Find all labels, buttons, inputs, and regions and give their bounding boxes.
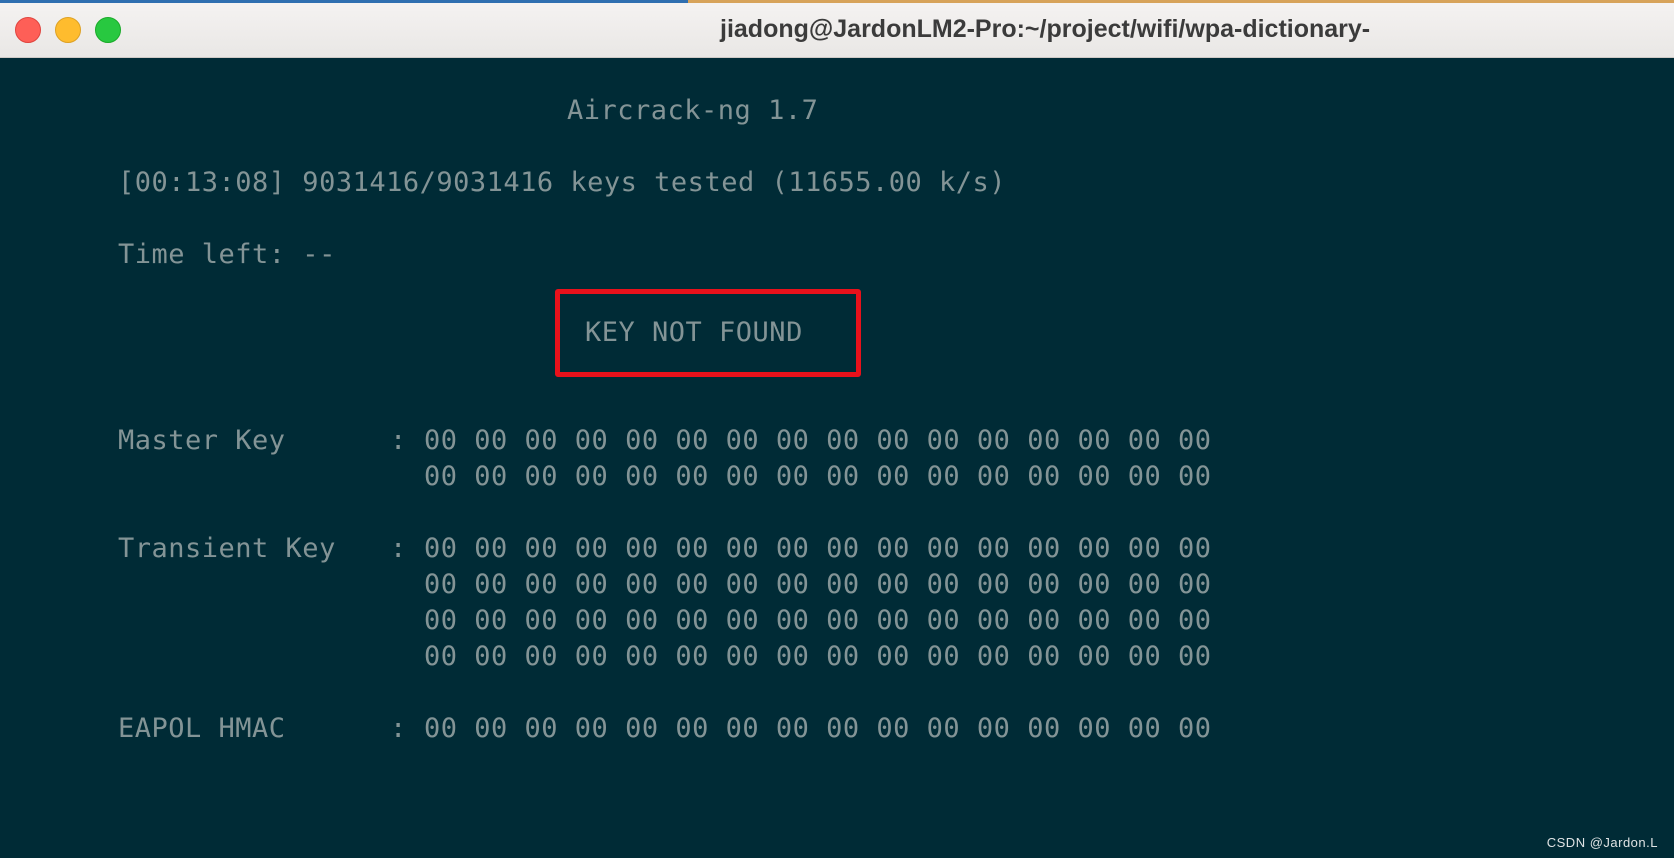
transient-key-colon: : (390, 533, 407, 564)
eapol-hmac-colon: : (390, 713, 407, 744)
transient-key-row: 00 00 00 00 00 00 00 00 00 00 00 00 00 0… (424, 641, 1212, 672)
transient-key-row: 00 00 00 00 00 00 00 00 00 00 00 00 00 0… (424, 605, 1212, 636)
window-title: jiadong@JardonLM2-Pro:~/project/wifi/wpa… (720, 15, 1371, 43)
transient-key-row: 00 00 00 00 00 00 00 00 00 00 00 00 00 0… (424, 569, 1212, 600)
eapol-hmac-label: EAPOL HMAC (118, 713, 286, 744)
terminal-window: jiadong@JardonLM2-Pro:~/project/wifi/wpa… (0, 0, 1674, 858)
master-key-label: Master Key (118, 425, 286, 456)
key-result: KEY NOT FOUND (585, 317, 803, 348)
master-key-colon: : (390, 425, 407, 456)
terminal-output[interactable]: Aircrack-ng 1.7 [00:13:08] 9031416/90314… (0, 58, 1674, 858)
zoom-window-button[interactable] (95, 17, 121, 43)
title-bar[interactable]: jiadong@JardonLM2-Pro:~/project/wifi/wpa… (0, 0, 1674, 58)
transient-key-row: 00 00 00 00 00 00 00 00 00 00 00 00 00 0… (424, 533, 1212, 564)
aircrack-header: Aircrack-ng 1.7 (567, 95, 819, 126)
master-key-row: 00 00 00 00 00 00 00 00 00 00 00 00 00 0… (424, 461, 1212, 492)
watermark: CSDN @Jardon.L (1546, 835, 1658, 850)
transient-key-label: Transient Key (118, 533, 336, 564)
minimize-window-button[interactable] (55, 17, 81, 43)
progress-line: [00:13:08] 9031416/9031416 keys tested (… (118, 167, 1007, 198)
close-window-button[interactable] (15, 17, 41, 43)
time-left-line: Time left: -- (118, 239, 336, 270)
eapol-hmac-row: 00 00 00 00 00 00 00 00 00 00 00 00 00 0… (424, 713, 1212, 744)
master-key-row: 00 00 00 00 00 00 00 00 00 00 00 00 00 0… (424, 425, 1212, 456)
